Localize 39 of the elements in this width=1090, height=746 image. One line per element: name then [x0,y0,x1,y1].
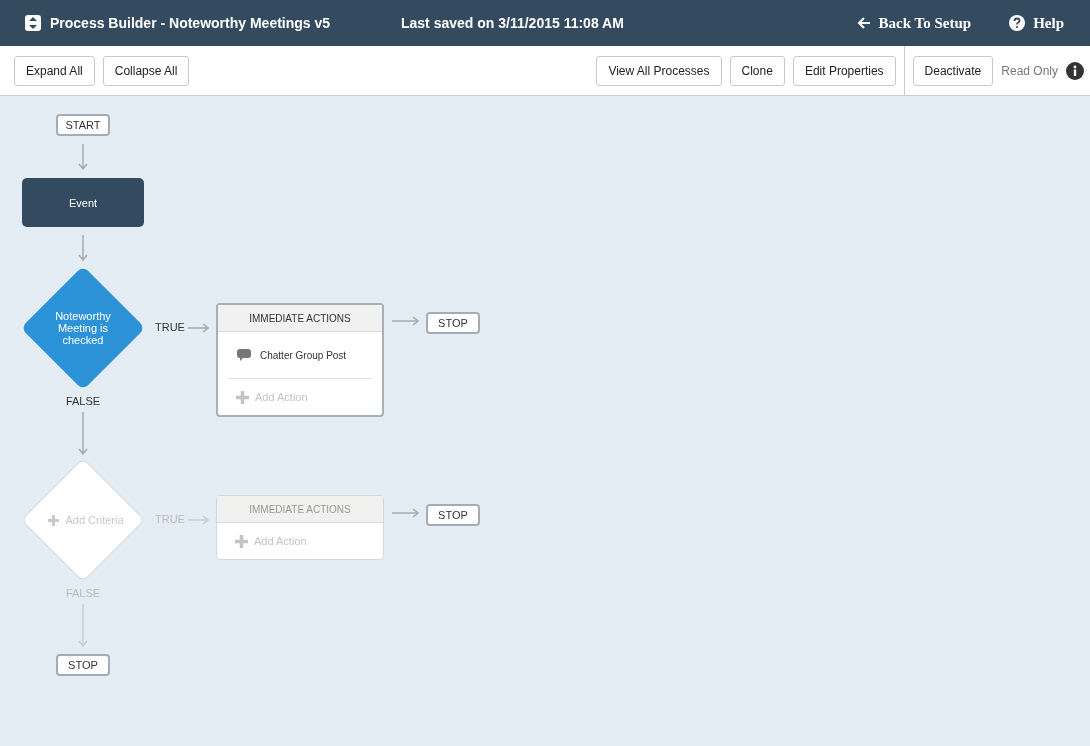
toolbar-button[interactable]: Expand All [14,55,95,86]
false-label: FALSE [64,395,102,407]
plus-icon [48,514,60,526]
chat-bubble-icon [237,349,251,361]
connector-arrow [78,412,88,455]
toolbar-button[interactable]: Collapse All [102,55,190,86]
plus-icon [235,534,248,548]
toolbar-button[interactable]: View All Processes [596,55,722,86]
toolbar-button[interactable]: Clone [729,55,785,86]
stop-node: STOP [426,504,480,526]
stop-node: STOP [56,654,110,676]
actions-header: IMMEDIATE ACTIONS [217,496,383,523]
criteria-label: Add Criteria [36,500,136,540]
info-icon[interactable] [1066,61,1084,80]
connector-arrow [392,316,419,326]
toolbar-button[interactable]: Edit Properties [792,55,896,86]
connector-arrow [78,604,88,647]
action-item[interactable]: Chatter Group Post [218,332,382,378]
process-logo-icon [25,15,41,31]
connector-arrow [392,508,419,518]
help-link[interactable]: Help [1009,14,1064,32]
connector-arrow [78,235,88,261]
true-label: TRUE [155,321,185,333]
back-to-setup-link[interactable]: Back To Setup [856,14,972,32]
last-saved-text: Last saved on 3/11/2015 11:08 AM [401,15,624,31]
stop-node: STOP [426,312,480,334]
plus-icon [236,390,249,404]
help-icon [1009,15,1026,31]
window-title: Process Builder - Noteworthy Meetings v5 [50,15,331,31]
actions-header: IMMEDIATE ACTIONS [218,305,382,332]
start-node: START [56,114,110,136]
event-node[interactable]: Event [22,178,144,227]
connector-arrow [188,323,209,333]
read-only-label: Read Only [1001,63,1058,78]
deactivate-button[interactable]: Deactivate [912,55,994,86]
back-arrow-icon [856,16,871,30]
connector-arrow [188,515,209,525]
criteria-label: Noteworthy Meeting is checked [54,309,112,348]
connector-arrow [78,144,88,170]
